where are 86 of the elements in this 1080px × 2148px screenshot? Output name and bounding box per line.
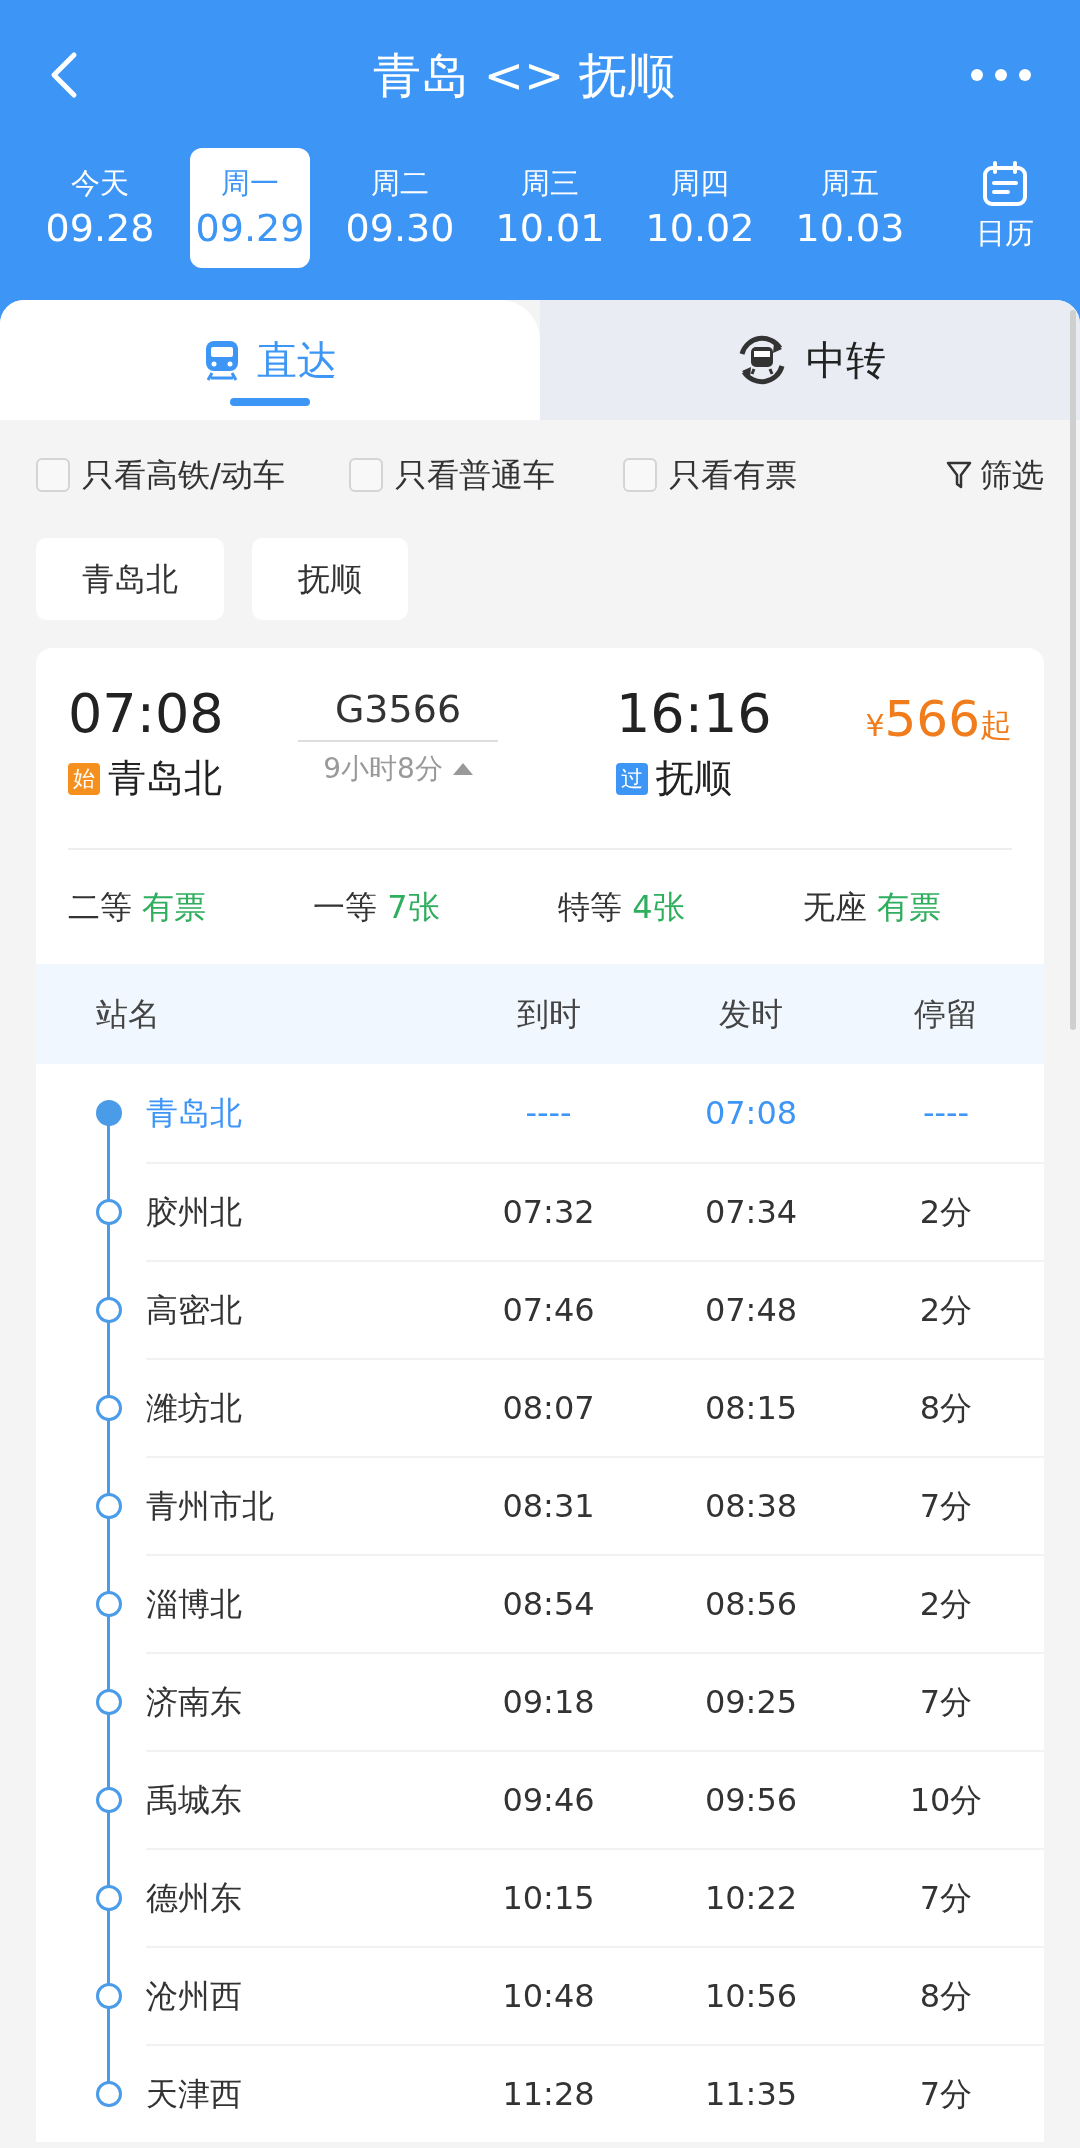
seat-availability: 特等 4张 [558,887,686,928]
table-cell-text: 09:46 [501,1780,596,1821]
table-cell-text: ---- [921,1093,971,1134]
table-cell-text: 7分 [918,2074,974,2115]
table-cell-text: 2分 [918,1290,974,1331]
table-cell-text: 济南东 [146,1682,243,1723]
tab[interactable]: 中转 [540,300,1080,420]
date-tab[interactable]: 周五 10.03 [790,148,910,268]
station-chip[interactable]: 青岛北 [36,538,224,620]
checkbox[interactable] [348,458,383,492]
date-tab[interactable]: 周一 09.29 [190,148,310,268]
column-header: 到时 [515,994,582,1035]
filter-checkbox[interactable]: 只看高铁/动车 [36,451,285,499]
table-cell-text: 沧州西 [146,1976,243,2017]
date-tab[interactable]: 周三 10.01 [490,148,610,268]
table-cell-text: 08:15 [703,1388,799,1429]
table-cell-text: 天津西 [146,2074,243,2115]
checkbox[interactable] [36,458,70,492]
price: ¥566起 [865,689,1012,742]
tab[interactable]: 直达 [0,300,540,420]
table-cell-text: 2分 [918,1192,974,1233]
seat-availability: 一等 7张 [313,887,441,928]
table-cell-text: 7分 [918,1682,974,1723]
arrival-station: 抚顺 [656,755,732,802]
train-icon [203,339,241,381]
table-cell-text: 07:34 [703,1192,799,1233]
date-tab[interactable]: 周四 10.02 [640,148,760,268]
table-cell-text: 07:08 [703,1093,799,1134]
station-chip[interactable]: 抚顺 [252,538,408,620]
table-cell-text: 高密北 [146,1290,243,1331]
table-cell-text: 10:15 [501,1878,596,1919]
filter-button[interactable]: 筛选 [946,451,1044,499]
table-cell-text: 08:31 [501,1486,596,1527]
table-cell-text: 青州市北 [146,1486,275,1527]
checkbox[interactable] [622,458,657,492]
table-cell-text: 09:25 [703,1682,799,1723]
table-cell-text: 07:32 [501,1192,596,1233]
table-cell-text: 08:56 [703,1584,799,1625]
table-cell-text: 09:56 [703,1780,799,1821]
more-icon[interactable] [970,68,1032,82]
table-cell-text: 11:28 [501,2074,596,2115]
seat-availability: 无座 有票 [803,887,942,928]
date-tab[interactable]: 今天 09.28 [40,148,160,268]
window-title: 青岛 <> 抚顺 [372,46,676,105]
table-cell-text: 11:35 [703,2074,799,2115]
start-badge: 始 [68,762,100,795]
column-header: 站名 [95,994,161,1035]
column-header: 停留 [913,994,979,1035]
calendar-icon [982,161,1028,207]
table-cell-text: 08:54 [501,1584,596,1625]
arrival-time: 16:16 [616,682,773,746]
table-cell-text: 胶州北 [146,1192,243,1233]
table-cell-text: 07:46 [501,1290,596,1331]
table-cell-text: 7分 [918,1486,974,1527]
date-tab[interactable]: 周二 09.30 [340,148,460,268]
table-cell-text: 10:56 [703,1976,799,2017]
table-cell-text: 08:07 [501,1388,596,1429]
calendar-button[interactable]: 日历 [950,148,1060,268]
duration-toggle[interactable]: 9小时8分 [323,748,473,790]
table-cell-text: 德州东 [146,1878,243,1919]
table-cell-text: 青岛北 [146,1093,243,1134]
table-cell-text: 淄博北 [146,1584,243,1625]
filter-checkbox[interactable]: 只看普通车 [348,451,555,499]
filter-checkbox[interactable]: 只看有票 [622,451,797,499]
caret-up-icon [452,763,473,775]
departure-time: 07:08 [68,682,225,746]
seat-availability: 二等 有票 [68,887,208,928]
table-cell-text: 8分 [918,1388,974,1429]
column-header: 发时 [718,994,784,1035]
table-cell-text: ---- [524,1093,573,1134]
scroll-bar[interactable] [1070,310,1076,1030]
table-cell-text: 7分 [918,1878,974,1919]
table-cell-text: 8分 [918,1976,974,2017]
table-cell-text: 禹城东 [146,1780,243,1821]
table-cell-text: 08:38 [703,1486,799,1527]
table-cell-text: 潍坊北 [146,1388,243,1429]
table-cell-text: 10分 [908,1780,984,1821]
table-cell-text: 10:48 [501,1976,596,2017]
departure-station: 青岛北 [108,755,222,802]
table-cell-text: 10:22 [703,1878,799,1919]
table-cell-text: 09:18 [501,1682,596,1723]
pass-badge: 过 [616,762,648,795]
train-number: G3566 [334,686,462,733]
table-cell-text: 07:48 [703,1290,799,1331]
table-cell-text: 2分 [918,1584,974,1625]
filter-icon [946,460,972,490]
